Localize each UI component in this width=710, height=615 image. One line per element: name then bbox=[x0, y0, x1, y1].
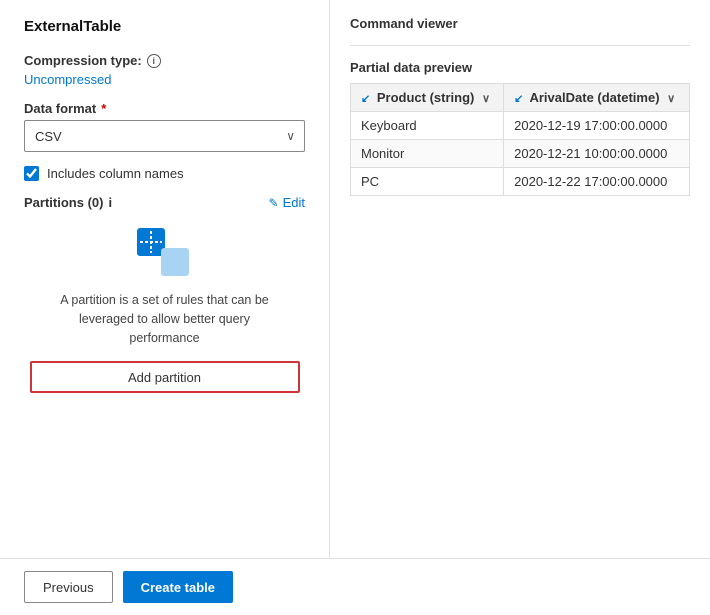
partition-icon bbox=[135, 226, 195, 281]
compression-info-icon[interactable]: i bbox=[147, 54, 161, 68]
includes-column-names-checkbox[interactable] bbox=[24, 166, 39, 181]
required-star: * bbox=[101, 101, 106, 116]
col-product: ↙ Product (string) ∨ bbox=[351, 84, 504, 112]
arivaldate-col-icon: ↙ bbox=[514, 93, 523, 105]
command-viewer-label: Command viewer bbox=[350, 16, 690, 31]
table-cell-product: Keyboard bbox=[351, 112, 504, 140]
table-cell-date: 2020-12-22 17:00:00.0000 bbox=[504, 168, 690, 196]
compression-type-value: Uncompressed bbox=[24, 72, 305, 87]
main-container: ExternalTable Compression type: i Uncomp… bbox=[0, 0, 710, 615]
partition-description: A partition is a set of rules that can b… bbox=[45, 291, 285, 347]
panel-title: ExternalTable bbox=[24, 18, 305, 35]
footer: Previous Create table bbox=[0, 558, 710, 615]
edit-icon: ✎ bbox=[269, 196, 279, 210]
product-col-icon: ↙ bbox=[361, 93, 370, 105]
main-content: ExternalTable Compression type: i Uncomp… bbox=[0, 0, 710, 558]
data-format-label: Data format * bbox=[24, 101, 305, 116]
left-panel: ExternalTable Compression type: i Uncomp… bbox=[0, 0, 330, 558]
table-row: Keyboard2020-12-19 17:00:00.0000 bbox=[351, 112, 690, 140]
partitions-label: Partitions (0) i bbox=[24, 195, 112, 210]
right-panel: Command viewer Partial data preview ↙ Pr… bbox=[330, 0, 710, 558]
previous-button[interactable]: Previous bbox=[24, 571, 113, 603]
data-format-select-wrapper: CSV TSV JSON Parquet Avro ∨ bbox=[24, 120, 305, 152]
create-table-button[interactable]: Create table bbox=[123, 571, 233, 603]
includes-column-names-label[interactable]: Includes column names bbox=[47, 166, 184, 181]
includes-column-names-row: Includes column names bbox=[24, 166, 305, 181]
partition-icon-area: A partition is a set of rules that can b… bbox=[24, 226, 305, 347]
table-row: PC2020-12-22 17:00:00.0000 bbox=[351, 168, 690, 196]
partitions-info-icon[interactable]: i bbox=[108, 195, 112, 210]
table-row: Monitor2020-12-21 10:00:00.0000 bbox=[351, 140, 690, 168]
add-partition-button[interactable]: Add partition bbox=[30, 361, 300, 393]
edit-button[interactable]: ✎ Edit bbox=[269, 195, 305, 210]
table-cell-product: PC bbox=[351, 168, 504, 196]
table-header-row: ↙ Product (string) ∨ ↙ ArivalDate (datet… bbox=[351, 84, 690, 112]
partitions-row: Partitions (0) i ✎ Edit bbox=[24, 195, 305, 210]
compression-type-label: Compression type: i bbox=[24, 53, 305, 68]
divider bbox=[350, 45, 690, 46]
preview-table: ↙ Product (string) ∨ ↙ ArivalDate (datet… bbox=[350, 83, 690, 196]
table-cell-product: Monitor bbox=[351, 140, 504, 168]
partial-preview-label: Partial data preview bbox=[350, 60, 690, 75]
table-cell-date: 2020-12-21 10:00:00.0000 bbox=[504, 140, 690, 168]
table-cell-date: 2020-12-19 17:00:00.0000 bbox=[504, 112, 690, 140]
data-format-select[interactable]: CSV TSV JSON Parquet Avro bbox=[24, 120, 305, 152]
col-arivaldate: ↙ ArivalDate (datetime) ∨ bbox=[504, 84, 690, 112]
